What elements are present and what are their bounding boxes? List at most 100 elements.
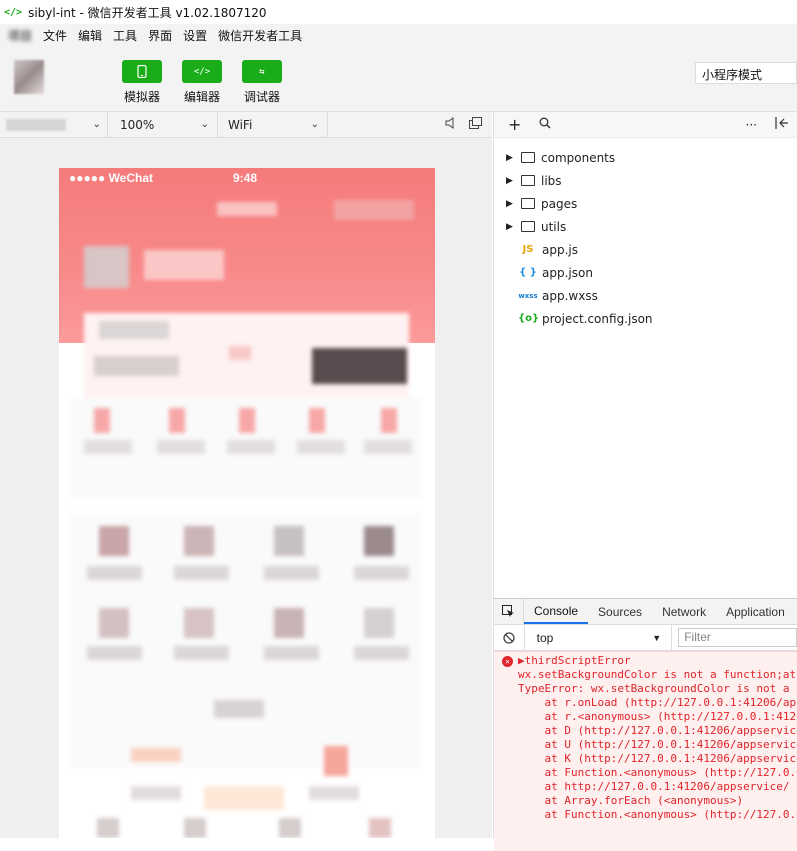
- blurred-icon: [169, 408, 185, 433]
- expand-arrow-icon: ▶: [506, 175, 513, 186]
- blurred-icon-label: [157, 440, 205, 454]
- file-label: app.wxss: [542, 288, 598, 303]
- folder-icon: [521, 221, 535, 232]
- menu-bar: 项目 文件 编辑 工具 界面 设置 微信开发者工具: [0, 24, 797, 46]
- console-stack-line[interactable]: at r.<anonymous> (http://127.0.0.1:4120: [494, 710, 797, 724]
- blurred-section-title: [214, 700, 264, 718]
- tab-network[interactable]: Network: [652, 599, 716, 624]
- mode-select[interactable]: 小程序模式: [695, 62, 797, 84]
- menu-view[interactable]: 界面: [148, 27, 172, 44]
- search-icon[interactable]: [539, 117, 551, 132]
- tab-sources[interactable]: Sources: [588, 599, 652, 624]
- blurred-icon: [239, 408, 255, 433]
- blurred-icon-label: [297, 440, 345, 454]
- blurred-promo-label: [131, 786, 181, 800]
- device-select[interactable]: ⌄: [0, 112, 108, 137]
- console-filter-input[interactable]: Filter: [678, 628, 797, 647]
- blurred-promo-icon: [324, 746, 348, 776]
- blurred-grid-label: [174, 646, 229, 660]
- folder-utils[interactable]: ▶ utils: [494, 215, 797, 238]
- console-stack-line[interactable]: at http://127.0.0.1:41206/appservice/: [494, 780, 797, 794]
- volume-icon[interactable]: [445, 117, 457, 132]
- blurred-promo: [131, 748, 181, 762]
- menu-file[interactable]: 文件: [43, 27, 67, 44]
- file-app-json[interactable]: { } app.json: [494, 261, 797, 284]
- phone-screen[interactable]: ●●●●● WeChat 9:48: [59, 168, 435, 838]
- context-select[interactable]: top ▼: [523, 625, 673, 650]
- collapse-panel-icon[interactable]: [775, 117, 789, 132]
- network-select[interactable]: WiFi ⌄: [218, 112, 328, 137]
- zoom-select[interactable]: 100% ⌄: [108, 112, 218, 137]
- tab-console[interactable]: Console: [524, 599, 589, 624]
- blurred-username: [144, 250, 224, 280]
- device-name-blurred: [6, 118, 66, 131]
- file-app-wxss[interactable]: wxss app.wxss: [494, 284, 797, 307]
- folder-components[interactable]: ▶ components: [494, 146, 797, 169]
- menu-edit[interactable]: 编辑: [78, 27, 102, 44]
- file-app-js[interactable]: JS app.js: [494, 238, 797, 261]
- debug-icon: ⇆: [242, 60, 282, 83]
- simulator-button[interactable]: 模拟器: [117, 60, 167, 105]
- debugger-button[interactable]: ⇆ 调试器: [237, 60, 287, 105]
- blurred-icon-label: [84, 440, 132, 454]
- file-project-config[interactable]: {o} project.config.json: [494, 307, 797, 330]
- add-file-icon[interactable]: +: [508, 115, 521, 134]
- console-stack-line[interactable]: at U (http://127.0.0.1:41206/appservice: [494, 738, 797, 752]
- file-explorer: + ··· ▶ components ▶ libs ▶ pages ▶ util…: [493, 112, 797, 598]
- blurred-grid-item: [274, 526, 304, 556]
- folder-label: libs: [541, 173, 562, 188]
- console-stack-line[interactable]: at Function.<anonymous> (http://127.0.0: [494, 808, 797, 822]
- chevron-down-icon: ⌄: [92, 119, 101, 130]
- error-icon: ✕: [502, 655, 513, 667]
- chevron-down-icon: ⌄: [310, 119, 319, 130]
- file-label: app.js: [542, 242, 578, 257]
- folder-libs[interactable]: ▶ libs: [494, 169, 797, 192]
- blurred-grid-label: [354, 566, 409, 580]
- menu-wechat-devtools[interactable]: 微信开发者工具: [218, 27, 302, 44]
- inspect-element-icon[interactable]: [494, 599, 524, 624]
- blurred-avatar: [84, 246, 129, 288]
- menu-settings[interactable]: 设置: [183, 27, 207, 44]
- console-stack-line[interactable]: at D (http://127.0.0.1:41206/appservice: [494, 724, 797, 738]
- folder-label: utils: [541, 219, 567, 234]
- folder-icon: [521, 175, 535, 186]
- blurred-footer-item: [97, 818, 119, 838]
- editor-button[interactable]: </> 编辑器: [177, 60, 227, 105]
- console-stack-line[interactable]: at r.onLoad (http://127.0.0.1:41206/app: [494, 696, 797, 710]
- blurred-icon-label: [364, 440, 412, 454]
- blurred-grid-item: [99, 608, 129, 638]
- avatar[interactable]: [14, 60, 44, 94]
- debugger-label: 调试器: [243, 90, 280, 104]
- main-toolbar: 模拟器 </> 编辑器 ⇆ 调试器 小程序模式: [0, 46, 797, 112]
- console-error-header[interactable]: ✕ ▶thirdScriptError: [494, 654, 797, 668]
- more-options-icon[interactable]: ···: [746, 118, 757, 132]
- status-time: 9:48: [233, 171, 258, 185]
- console-stack-line[interactable]: at K (http://127.0.0.1:41206/appservice: [494, 752, 797, 766]
- clear-console-icon[interactable]: [494, 631, 524, 644]
- tab-application[interactable]: Application: [716, 599, 795, 624]
- blurred-grid-item: [364, 608, 394, 638]
- blurred-title: [217, 202, 277, 216]
- editor-label: 编辑器: [183, 90, 220, 104]
- blurred-footer-item: [184, 818, 206, 838]
- menu-tools[interactable]: 工具: [113, 27, 137, 44]
- console-line: TypeError: wx.setBackgroundColor is not …: [518, 682, 797, 695]
- blurred-grid-label: [174, 566, 229, 580]
- devtools-tabs: Console Sources Network Application: [494, 599, 797, 625]
- folder-pages[interactable]: ▶ pages: [494, 192, 797, 215]
- app-logo-icon: </>: [4, 6, 23, 18]
- blurred-header-action: [334, 200, 414, 220]
- folder-icon: [521, 198, 535, 209]
- blurred-grid-item: [184, 526, 214, 556]
- blurred-card-text: [94, 356, 179, 376]
- json-file-icon: { }: [519, 267, 537, 278]
- console-stack-line[interactable]: at Function.<anonymous> (http://127.0.0: [494, 766, 797, 780]
- blurred-promo-label: [309, 786, 359, 800]
- chevron-down-icon: ⌄: [200, 119, 209, 130]
- console-filter-bar: top ▼ Filter: [494, 625, 797, 651]
- blurred-grid-label: [87, 566, 142, 580]
- detach-window-icon[interactable]: [469, 117, 482, 132]
- folder-icon: [521, 152, 535, 163]
- blurred-promo-banner: [204, 786, 284, 810]
- menu-project[interactable]: 项目: [8, 27, 32, 44]
